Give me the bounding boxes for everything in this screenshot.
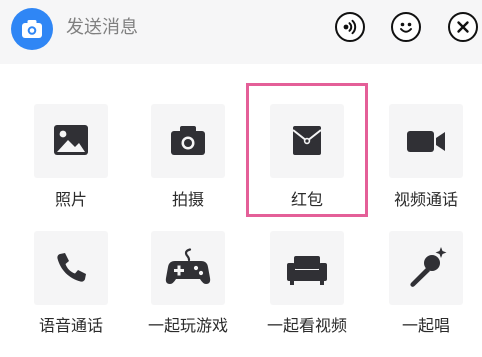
message-input-bar: 发送消息 <box>0 0 482 64</box>
camera-icon <box>171 126 205 155</box>
message-input[interactable]: 发送消息 <box>66 16 138 40</box>
close-button[interactable] <box>448 12 478 42</box>
play-games-label: 一起玩游戏 <box>147 316 228 335</box>
video-call-icon <box>407 131 445 152</box>
photo-icon <box>54 125 88 155</box>
red-packet-icon <box>292 126 322 155</box>
play-games-button[interactable] <box>151 231 225 305</box>
gamepad-icon <box>165 248 211 284</box>
watch-video-button[interactable] <box>270 231 344 305</box>
red-packet-label: 红包 <box>290 190 323 209</box>
video-call-button[interactable] <box>389 104 463 178</box>
emoji-icon <box>400 22 412 33</box>
camera-icon <box>22 20 42 38</box>
sofa-icon <box>287 256 327 285</box>
microphone-icon <box>410 247 447 287</box>
shoot-label: 拍摄 <box>171 190 204 209</box>
phone-icon <box>57 253 86 282</box>
voice-call-button[interactable] <box>34 231 108 305</box>
camera-button[interactable] <box>11 8 53 50</box>
sing-together-button[interactable] <box>389 231 463 305</box>
sing-together-label: 一起唱 <box>401 316 450 335</box>
voice-call-label: 语音通话 <box>38 316 103 335</box>
voice-button[interactable] <box>335 12 365 42</box>
photo-label: 照片 <box>54 190 87 209</box>
video-call-label: 视频通话 <box>393 190 458 209</box>
shoot-button[interactable] <box>151 104 225 178</box>
emoji-button[interactable] <box>391 12 421 42</box>
voice-icon <box>343 19 357 35</box>
close-icon <box>457 21 469 33</box>
photo-button[interactable] <box>34 104 108 178</box>
red-packet-button[interactable] <box>270 104 344 178</box>
watch-video-label: 一起看视频 <box>266 316 347 335</box>
